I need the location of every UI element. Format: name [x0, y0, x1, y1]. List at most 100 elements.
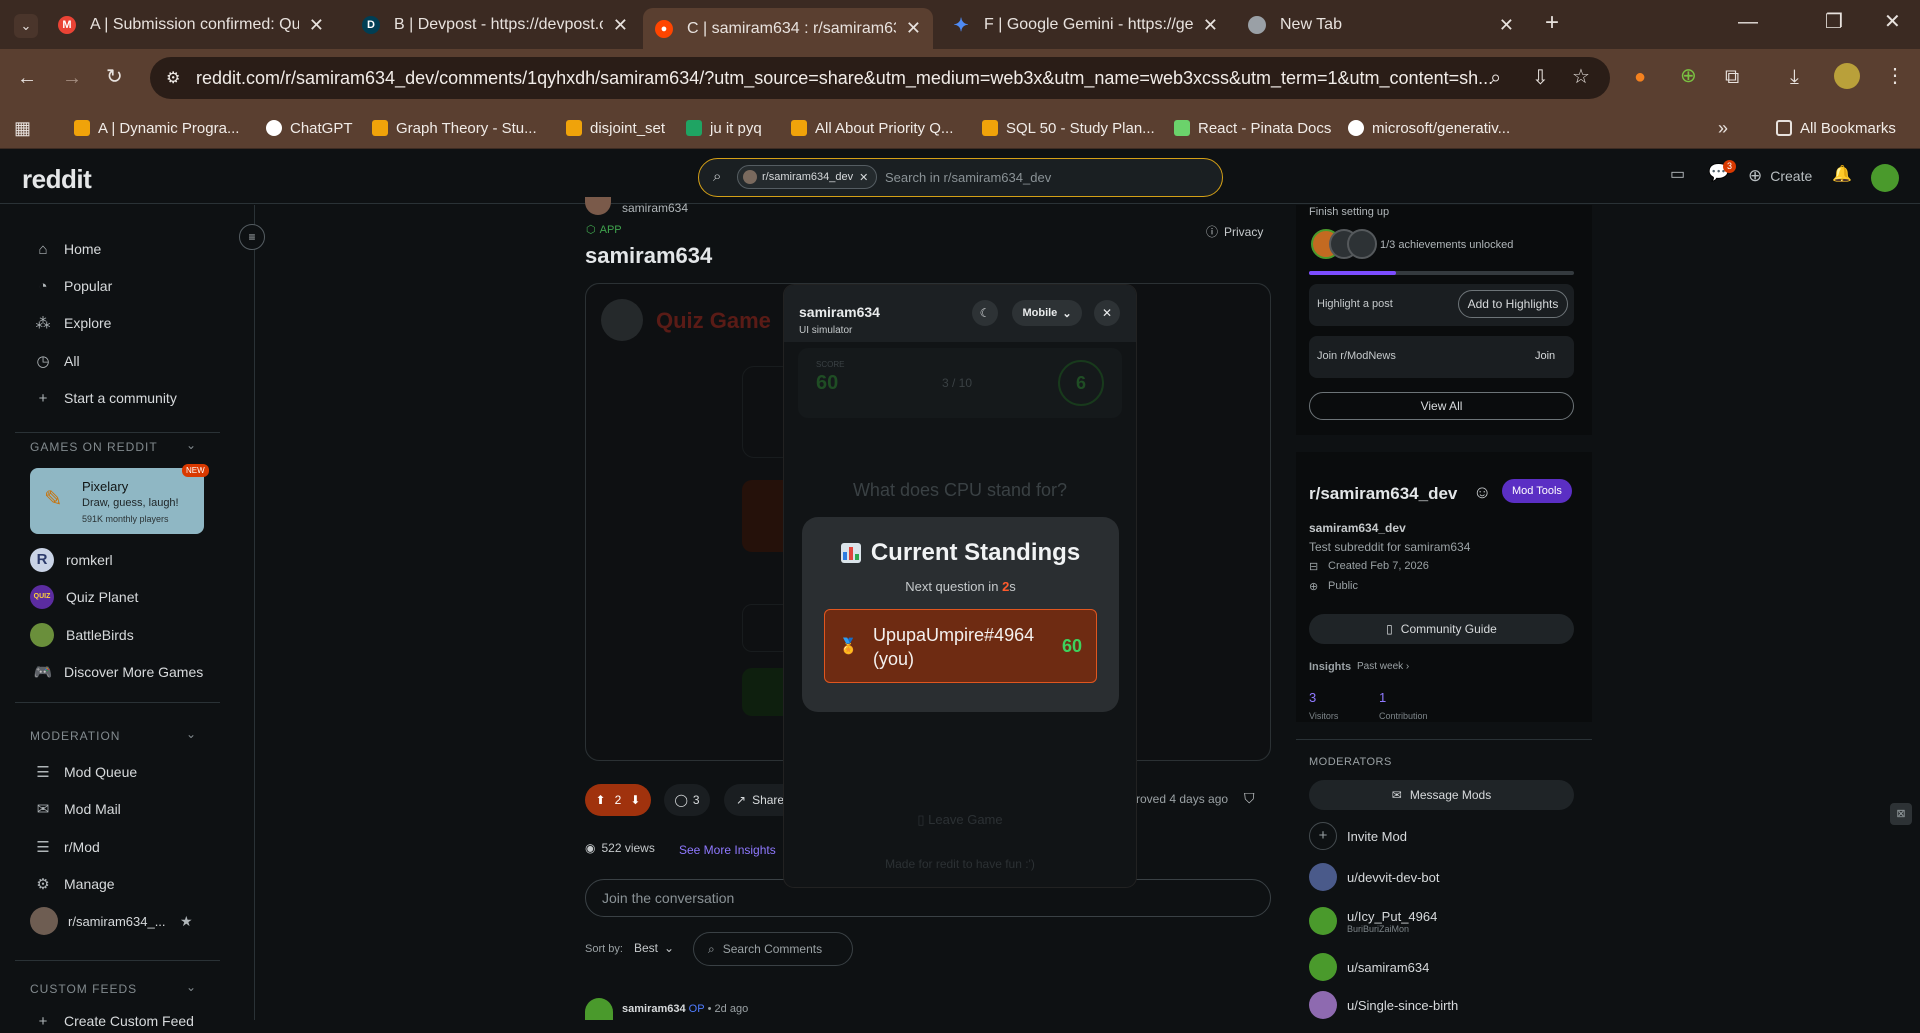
- bookmark-item[interactable]: Graph Theory - Stu...: [372, 116, 537, 140]
- manage[interactable]: ⚙ Manage: [34, 872, 114, 896]
- moderation-section-header[interactable]: MODERATION: [30, 729, 120, 743]
- close-icon[interactable]: ✕: [1094, 300, 1120, 326]
- search-input[interactable]: Search in r/samiram634_dev: [885, 170, 1051, 185]
- tab-reddit[interactable]: ● C | samiram634 : r/samiram634 ✕: [643, 8, 933, 49]
- games-section-header[interactable]: GAMES ON REDDIT: [30, 440, 158, 454]
- privacy-link[interactable]: ⓘ Privacy: [1206, 223, 1263, 240]
- search-comments[interactable]: ⌕ Search Comments: [693, 932, 853, 966]
- back-icon[interactable]: ←: [17, 68, 37, 88]
- nav-popular[interactable]: ◔ Popular: [34, 274, 112, 298]
- close-window-icon[interactable]: ✕: [1884, 12, 1901, 32]
- bookmark-star-icon[interactable]: ☆: [1572, 67, 1590, 87]
- tab-gemini[interactable]: ✦ F | Google Gemini - https://gem ✕: [940, 8, 1230, 42]
- tab-new-tab[interactable]: New Tab ✕: [1236, 8, 1526, 42]
- close-tab-icon[interactable]: ✕: [309, 15, 324, 36]
- join-modnews-button[interactable]: Join: [1535, 350, 1555, 362]
- post-author[interactable]: samiram634: [622, 201, 688, 215]
- floating-widget-icon[interactable]: ⊠: [1890, 803, 1912, 825]
- tab-gmail[interactable]: M A | Submission confirmed: Quiz ✕: [46, 8, 336, 42]
- view-all-button[interactable]: View All: [1309, 392, 1574, 420]
- more-bookmarks-icon[interactable]: »: [1718, 118, 1728, 138]
- featured-game-card[interactable]: ✎ Pixelary Draw, guess, laugh! 591K mont…: [30, 464, 209, 534]
- dark-mode-toggle[interactable]: ☾: [972, 300, 998, 326]
- upvote-icon[interactable]: ⬆: [596, 793, 606, 807]
- search-scope-chip[interactable]: r/samiram634_dev ✕: [737, 165, 878, 189]
- remove-scope-icon[interactable]: ✕: [859, 171, 868, 184]
- game-quiz-planet[interactable]: QUIZ Quiz Planet: [30, 585, 138, 609]
- browser-menu-icon[interactable]: ⋮: [1885, 66, 1905, 86]
- reload-icon[interactable]: ↻: [106, 67, 123, 87]
- moderator-item[interactable]: u/devvit-dev-bot: [1309, 862, 1440, 892]
- close-tab-icon[interactable]: ✕: [613, 15, 628, 36]
- discover-games[interactable]: 🎮 Discover More Games: [34, 660, 204, 684]
- r-mod[interactable]: ☰ r/Mod: [34, 835, 100, 859]
- tab-search-icon[interactable]: ⌄: [14, 14, 38, 38]
- community-name[interactable]: r/samiram634_dev: [1309, 484, 1457, 504]
- install-icon[interactable]: ⇩: [1532, 68, 1549, 88]
- bookmark-item[interactable]: microsoft/generativ...: [1348, 116, 1510, 140]
- bookmark-item[interactable]: ju it pyq: [686, 116, 762, 140]
- custom-feeds-header[interactable]: CUSTOM FEEDS: [30, 982, 137, 996]
- moderator-item[interactable]: u/samiram634: [1309, 952, 1429, 982]
- tab-devpost[interactable]: D B | Devpost - https://devpost.co ✕: [350, 8, 640, 42]
- community-guide-button[interactable]: ▯ Community Guide: [1309, 614, 1574, 644]
- extensions-icon[interactable]: ⧉: [1725, 67, 1739, 87]
- collapse-sidebar-icon[interactable]: ≡: [239, 224, 265, 250]
- chevron-down-icon[interactable]: ⌄: [186, 980, 196, 994]
- bell-icon[interactable]: 🔔: [1832, 164, 1852, 184]
- bookmark-item[interactable]: SQL 50 - Study Plan...: [982, 116, 1155, 140]
- mod-tools-emoji-icon[interactable]: ☺: [1473, 482, 1491, 503]
- profile-avatar[interactable]: [1834, 63, 1860, 89]
- chevron-down-icon[interactable]: ⌄: [186, 727, 196, 741]
- comment-avatar[interactable]: [585, 998, 613, 1020]
- moderator-item[interactable]: u/Single-since-birth: [1309, 990, 1458, 1020]
- site-info-icon[interactable]: ⚙: [166, 68, 180, 88]
- bookmark-item[interactable]: All About Priority Q...: [791, 116, 953, 140]
- apps-grid-icon[interactable]: ▦: [14, 118, 31, 138]
- insights-link[interactable]: See More Insights: [679, 843, 776, 857]
- bookmark-item[interactable]: disjoint_set: [566, 116, 665, 140]
- game-romkerl[interactable]: Rromkerl: [30, 548, 113, 572]
- user-avatar[interactable]: [1871, 164, 1899, 192]
- share-button[interactable]: ↗ Share: [724, 784, 784, 816]
- comments-button[interactable]: ◯ 3: [664, 784, 710, 816]
- insights-period[interactable]: Past week ›: [1357, 661, 1409, 672]
- message-mods-button[interactable]: ✉ Message Mods: [1309, 780, 1574, 810]
- create-custom-feed[interactable]: + Create Custom Feed: [34, 1009, 194, 1033]
- restore-icon[interactable]: ❐: [1825, 12, 1843, 32]
- create-button[interactable]: ⊕ Create: [1748, 166, 1812, 186]
- nav-all[interactable]: ◷ All: [34, 349, 79, 373]
- community-link[interactable]: r/samiram634_... ★: [30, 907, 200, 935]
- new-tab-icon[interactable]: +: [1545, 11, 1559, 35]
- game-battlebirds[interactable]: BattleBirds: [30, 623, 134, 647]
- shield-icon[interactable]: ⛉: [1244, 790, 1255, 807]
- extension-plus-icon[interactable]: ⊕: [1680, 66, 1697, 86]
- mod-tools-button[interactable]: Mod Tools: [1502, 479, 1572, 503]
- url-field[interactable]: ⚙ reddit.com/r/samiram634_dev/comments/1…: [150, 57, 1610, 99]
- favorite-star-icon[interactable]: ★: [180, 913, 193, 930]
- minimize-icon[interactable]: —: [1738, 12, 1758, 32]
- moderator-item[interactable]: u/Icy_Put_4964 BuriBuriZaiMon: [1309, 906, 1437, 936]
- leave-game-button[interactable]: ▯ Leave Game: [784, 812, 1136, 828]
- mod-queue[interactable]: ☰ Mod Queue: [34, 760, 137, 784]
- all-bookmarks[interactable]: All Bookmarks: [1776, 116, 1896, 140]
- nav-explore[interactable]: ⁂ Explore: [34, 311, 112, 335]
- mod-mail[interactable]: ✉ Mod Mail: [34, 797, 121, 821]
- post-author-avatar[interactable]: [585, 197, 611, 215]
- device-mode-dropdown[interactable]: Mobile ⌄: [1012, 300, 1082, 326]
- invite-mod[interactable]: + Invite Mod: [1309, 821, 1407, 851]
- chevron-down-icon[interactable]: ⌄: [186, 438, 196, 452]
- close-tab-icon[interactable]: ✕: [1499, 15, 1514, 36]
- close-tab-icon[interactable]: ✕: [1203, 15, 1218, 36]
- bookmark-item[interactable]: React - Pinata Docs: [1174, 116, 1331, 140]
- forward-icon[interactable]: →: [62, 68, 82, 88]
- nav-home[interactable]: ⌂ Home: [34, 237, 101, 261]
- ads-icon[interactable]: ▭: [1670, 164, 1685, 184]
- reddit-logo[interactable]: reddit: [22, 164, 92, 195]
- add-to-highlights-button[interactable]: Add to Highlights: [1458, 290, 1568, 318]
- downvote-icon[interactable]: ⬇: [630, 793, 640, 807]
- close-tab-icon[interactable]: ✕: [906, 18, 921, 39]
- extension-fox-icon[interactable]: ●: [1634, 67, 1646, 87]
- comment-author[interactable]: samiram634 OP • 2d ago: [622, 1003, 748, 1015]
- bookmark-item[interactable]: ChatGPT: [266, 116, 353, 140]
